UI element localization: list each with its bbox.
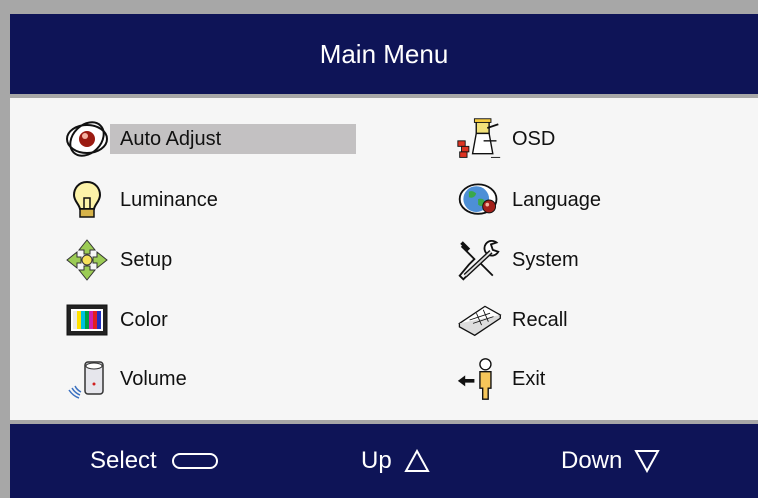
menu-item-label: System [512, 249, 579, 271]
menu-item-color[interactable]: Color [64, 297, 178, 343]
speaker-icon [64, 356, 110, 402]
menu-item-volume[interactable]: Volume [64, 356, 197, 402]
menu-item-label: Volume [120, 368, 187, 390]
menu-item-language[interactable]: Language [456, 177, 611, 223]
oval-button-icon [171, 451, 219, 471]
menu-item-label: Setup [120, 249, 173, 271]
select-label: Select [90, 447, 157, 474]
eye-icon [64, 116, 110, 162]
footer-bar: Select Up Down [10, 424, 758, 498]
menu-item-label: Auto Adjust [110, 124, 356, 154]
arrows-icon [64, 237, 110, 283]
globe-icon [456, 177, 502, 223]
up-button[interactable]: Up [361, 424, 430, 498]
menu-header: Main Menu [10, 14, 758, 94]
menu-item-label: Luminance [120, 189, 218, 211]
menu-item-luminance[interactable]: Luminance [64, 177, 228, 223]
menu-item-label: Language [512, 189, 601, 211]
menu-item-auto-adjust[interactable]: Auto Adjust [64, 116, 356, 162]
triangle-down-icon [634, 449, 661, 473]
menu-panel: Auto Adjust Luminance Setup Color Volume… [10, 98, 758, 420]
wrench-icon [456, 237, 502, 283]
menu-item-setup[interactable]: Setup [64, 237, 182, 283]
osd-person-icon [456, 116, 502, 162]
menu-item-label: Exit [512, 368, 546, 390]
triangle-up-icon [403, 449, 430, 473]
menu-item-label: OSD [512, 128, 556, 150]
menu-item-system[interactable]: System [456, 237, 589, 283]
menu-item-osd[interactable]: OSD [456, 116, 565, 162]
keyboard-icon [456, 297, 502, 343]
menu-item-label: Color [120, 309, 168, 331]
down-button[interactable]: Down [561, 424, 661, 498]
menu-item-recall[interactable]: Recall [456, 297, 578, 343]
select-button[interactable]: Select [90, 424, 219, 498]
exit-person-icon [456, 356, 502, 402]
light-bulb-icon [64, 177, 110, 223]
menu-item-exit[interactable]: Exit [456, 356, 555, 402]
color-bars-icon [64, 297, 110, 343]
page-title: Main Menu [319, 38, 449, 69]
up-label: Up [361, 447, 392, 474]
down-label: Down [561, 447, 623, 474]
menu-item-label: Recall [512, 309, 568, 331]
